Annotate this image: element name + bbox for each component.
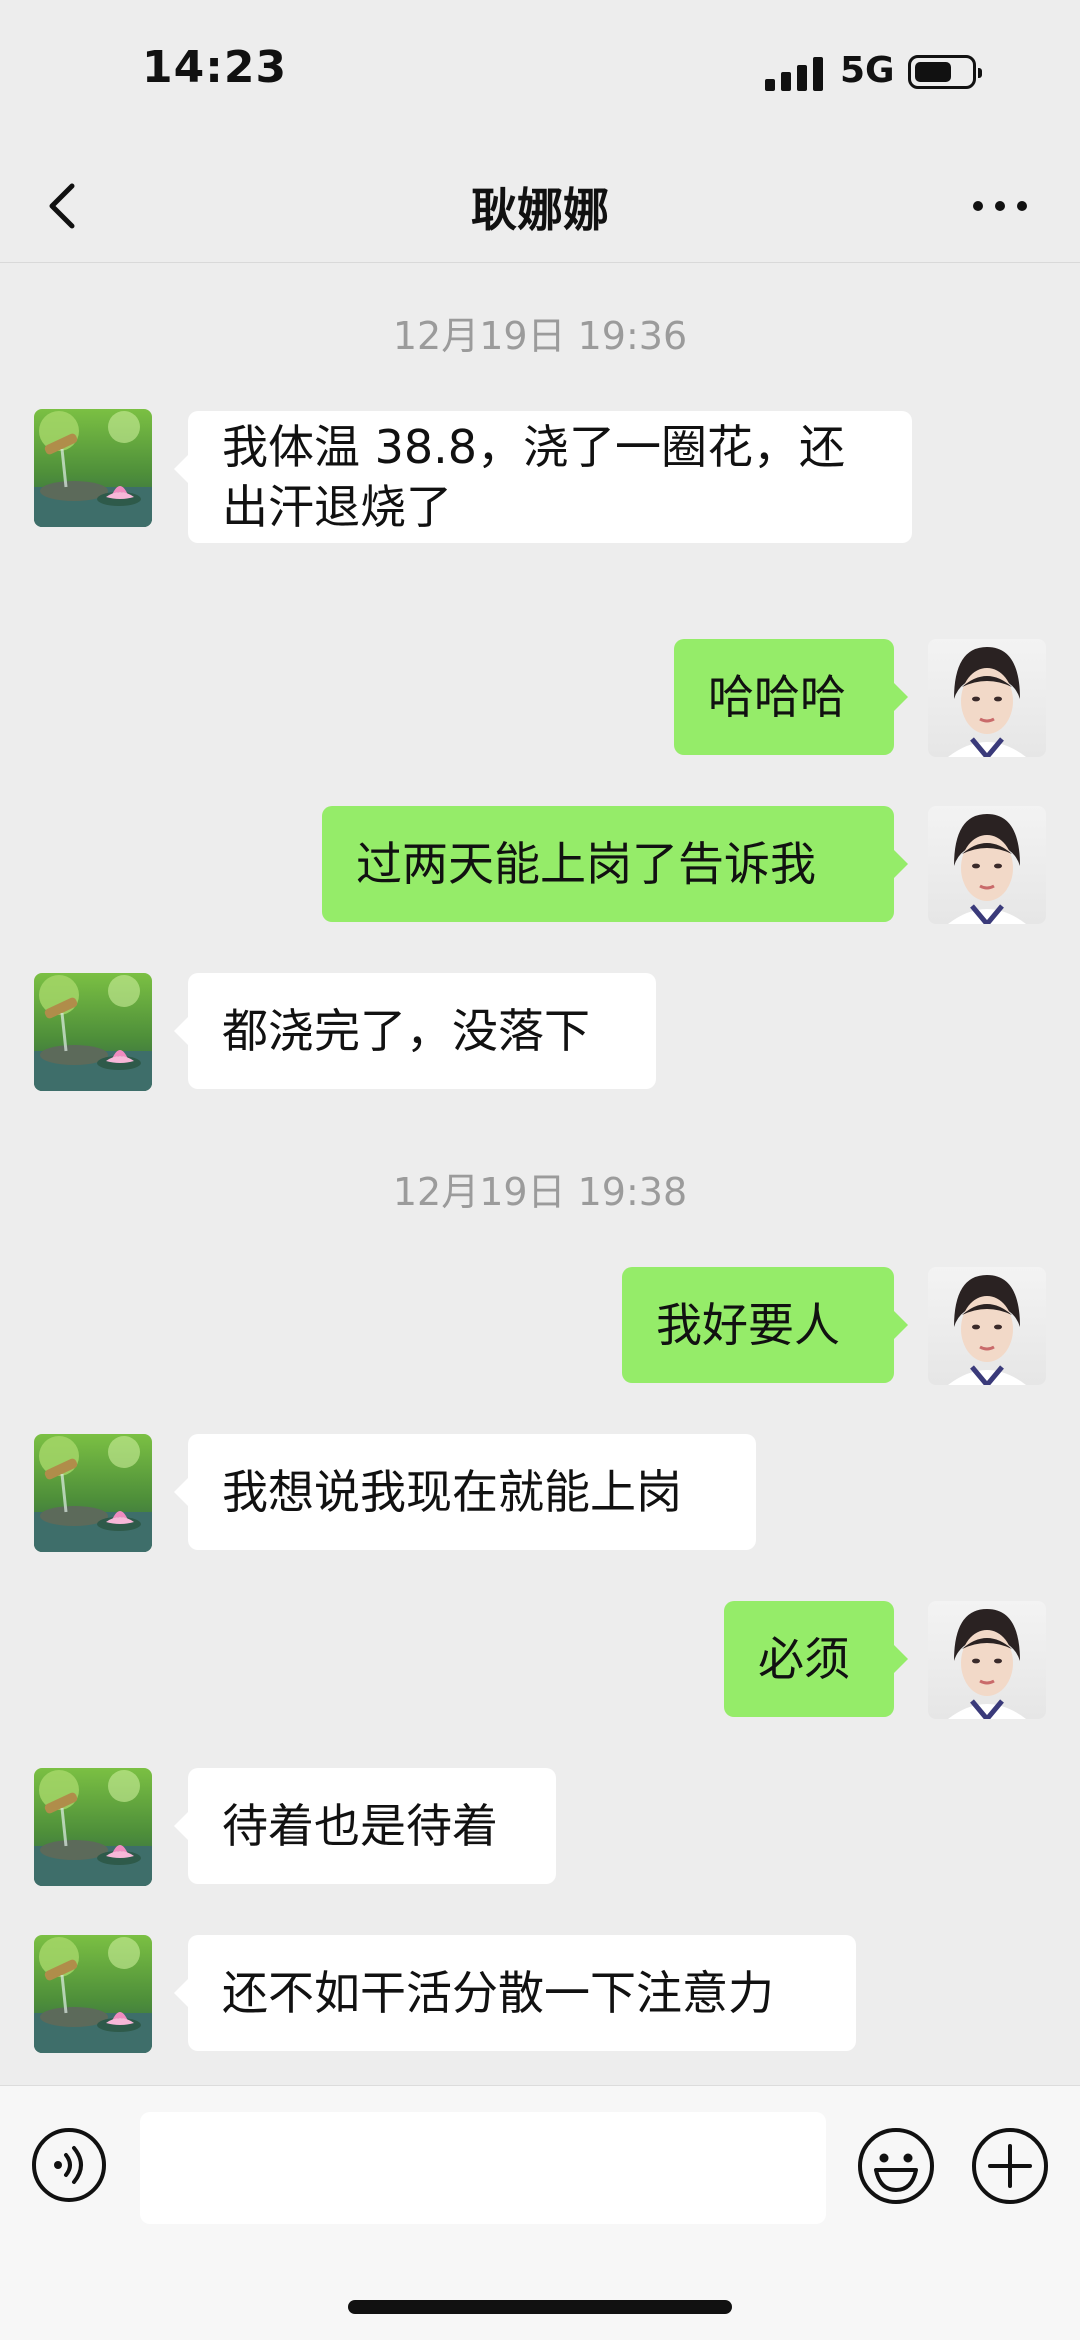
self-avatar[interactable] bbox=[928, 1601, 1046, 1719]
message-input[interactable] bbox=[140, 2112, 826, 2224]
contact-avatar[interactable] bbox=[34, 1434, 152, 1552]
timestamp: 12月19日 19:36 bbox=[392, 314, 688, 358]
signal-icon bbox=[765, 57, 825, 91]
more-button[interactable] bbox=[960, 170, 1040, 242]
message-bubble-received[interactable]: 都浇完了，没落下 bbox=[174, 973, 656, 1089]
emoji-icon bbox=[858, 2128, 934, 2204]
status-bar: 14:23 5G bbox=[0, 0, 1080, 150]
self-avatar[interactable] bbox=[928, 639, 1046, 757]
message-bubble-sent[interactable]: 我好要人 bbox=[622, 1267, 908, 1383]
contact-avatar[interactable] bbox=[34, 1768, 152, 1886]
battery-icon bbox=[908, 55, 982, 89]
contact-avatar[interactable] bbox=[34, 973, 152, 1091]
self-avatar[interactable] bbox=[928, 806, 1046, 924]
home-indicator[interactable] bbox=[348, 2300, 732, 2314]
input-bar bbox=[0, 2085, 1080, 2340]
self-avatar[interactable] bbox=[928, 1267, 1046, 1385]
voice-input-icon bbox=[32, 2128, 106, 2202]
message-bubble-sent[interactable]: 过两天能上岗了告诉我 bbox=[322, 806, 908, 922]
message-bubble-received[interactable]: 待着也是待着 bbox=[174, 1768, 556, 1884]
message-bubble-received[interactable]: 我想说我现在就能上岗 bbox=[174, 1434, 756, 1550]
status-time: 14:23 bbox=[142, 42, 288, 93]
message-list[interactable]: 12月19日 19:36 我体温 38.8，浇了一圈花，还出汗退烧了 哈哈哈 过… bbox=[0, 263, 1080, 2085]
timestamp: 12月19日 19:38 bbox=[392, 1170, 688, 1214]
message-bubble-received[interactable]: 还不如干活分散一下注意力 bbox=[174, 1935, 856, 2051]
contact-avatar[interactable] bbox=[34, 409, 152, 527]
message-bubble-sent[interactable]: 必须 bbox=[724, 1601, 908, 1717]
message-bubble-received[interactable]: 我体温 38.8，浇了一圈花，还出汗退烧了 bbox=[174, 411, 912, 543]
more-functions-button[interactable] bbox=[970, 2126, 1050, 2206]
more-dots-icon bbox=[973, 201, 1027, 211]
plus-icon bbox=[972, 2128, 1048, 2204]
voice-button[interactable] bbox=[30, 2126, 108, 2204]
message-bubble-sent[interactable]: 哈哈哈 bbox=[674, 639, 908, 755]
contact-avatar[interactable] bbox=[34, 1935, 152, 2053]
network-type: 5G bbox=[840, 50, 895, 91]
emoji-button[interactable] bbox=[856, 2126, 936, 2206]
chat-title: 耿娜娜 bbox=[471, 183, 609, 237]
chat-header: 耿娜娜 bbox=[0, 150, 1080, 263]
